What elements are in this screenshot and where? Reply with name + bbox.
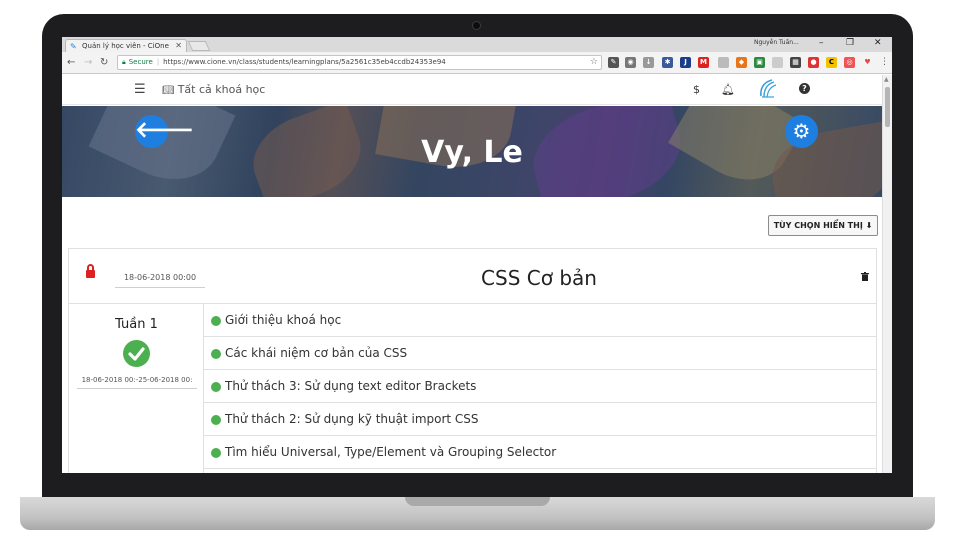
lesson-item[interactable]: Giới thiệu khoá học [204,304,876,337]
pink-extension-icon[interactable]: ◎ [844,57,855,68]
minimize-icon[interactable]: – [819,37,824,50]
all-courses-label: Tất cả khoá học [177,83,266,96]
status-dot-icon [211,316,221,326]
lock-icon[interactable] [86,264,95,278]
settings-button[interactable]: ⚙ [785,115,818,148]
lesson-item[interactable]: Các khái niệm cơ bản của CSS [204,337,876,370]
laptop-notch [405,497,550,506]
week-column: Tuần 1 18-06-2018 00:-25-06-2018 00: [69,304,204,473]
red-extension-icon[interactable]: ● [808,57,819,68]
page-scrollbar[interactable]: ▲ [882,75,892,473]
browser-user[interactable]: Nguyễn Tuấn... [754,39,799,46]
heart-extension-icon[interactable]: ♥ [862,57,873,68]
bookmark-star-icon[interactable]: ☆ [590,56,598,69]
lesson-title[interactable]: Tìm hiểu Universal, Type/Element và Grou… [225,445,556,460]
lesson-item[interactable]: Thử thách 2: Sử dụng kỹ thuật import CSS [204,403,876,436]
week-label: Tuần 1 [115,317,158,332]
lock-icon: 🔒︎ [122,58,126,66]
browser-titlebar: ✎ Quản lý học viên - CiOne ✕ Nguyễn Tuấn… [62,37,892,52]
yellow-extension-icon[interactable]: C [826,57,837,68]
lesson-item[interactable]: Tìm hiểu Universal, Type/Element và Grou… [204,436,876,469]
status-dot-icon [211,349,221,359]
check-circle-icon [123,340,150,367]
reload-icon[interactable]: ↻ [100,55,108,70]
course-title: CSS Cơ bản [481,266,597,290]
status-dot-icon [211,382,221,392]
bell-icon[interactable]: 🔔︎ [721,83,735,97]
new-tab-button[interactable] [187,41,211,51]
course-header: 18-06-2018 00:00 CSS Cơ bản [69,249,876,304]
puzzle-extension-icon[interactable]: ✱ [662,57,673,68]
gray-extension-icon[interactable] [772,57,783,68]
display-options-button[interactable]: TÙY CHỌN HIỂN THỊ ⬇ [768,215,878,236]
green-extension-icon[interactable]: ▣ [754,57,765,68]
site-header: ☰ 📖︎ Tất cả khoá học $ 🔔︎ ? [62,75,882,105]
download-extension-icon[interactable]: ↓ [643,57,654,68]
lesson-title[interactable]: Thử thách 3: Sử dụng text editor Bracket… [225,379,476,394]
lesson-list: Giới thiệu khoá học Các khái niệm cơ bản… [204,304,876,469]
dollar-icon[interactable]: $ [693,83,700,97]
address-bar[interactable]: 🔒︎ Secure | https://www.cione.vn/class/stud… [117,55,602,70]
webcam [472,21,481,30]
trash-icon[interactable] [861,272,869,281]
cione-logo-icon[interactable] [756,78,778,100]
tab-title: Quản lý học viên - CiOne [82,42,169,50]
forward-arrow-icon[interactable]: → [84,55,92,70]
window-close-icon[interactable]: ✕ [874,37,882,50]
lesson-title[interactable]: Các khái niệm cơ bản của CSS [225,346,407,361]
profile-banner: 🡐 Vy, Le ⚙ [62,106,882,197]
course-card: 18-06-2018 00:00 CSS Cơ bản Tuần 1 18-06… [68,248,877,473]
lesson-title[interactable]: Giới thiệu khoá học [225,313,341,328]
scroll-up-icon[interactable]: ▲ [884,76,889,83]
week-date-range[interactable]: 18-06-2018 00:-25-06-2018 00: [77,375,197,389]
gmail-extension-icon[interactable]: M [698,57,709,68]
book-icon: 📖︎ [162,85,175,96]
hamburger-menu-icon[interactable]: ☰ [134,83,146,96]
scroll-thumb[interactable] [885,87,890,127]
secure-label: Secure [128,58,153,66]
status-dot-icon [211,448,221,458]
square-extension-icon[interactable] [718,57,729,68]
maximize-icon[interactable]: ❐ [846,37,854,50]
back-arrow-icon[interactable]: ← [67,55,75,70]
url-text: https://www.cione.vn/class/students/lear… [163,58,446,66]
screen: ✎ Quản lý học viên - CiOne ✕ Nguyễn Tuấn… [62,37,892,473]
lesson-item[interactable]: Thử thách 3: Sử dụng text editor Bracket… [204,370,876,403]
browser-toolbar: ← → ↻ 🔒︎ Secure | https://www.cione.vn/clas… [62,52,892,74]
pen-extension-icon[interactable]: ✎ [608,57,619,68]
help-icon[interactable]: ? [799,83,810,94]
gears-icon: ⚙ [792,119,811,143]
cione-favicon-icon: ✎ [70,42,77,51]
all-courses-link[interactable]: 📖︎ Tất cả khoá học [162,83,265,98]
student-name: Vy, Le [421,135,523,170]
tab-close-icon[interactable]: ✕ [175,40,182,52]
course-start-date[interactable]: 18-06-2018 00:00 [115,271,205,288]
status-dot-icon [211,415,221,425]
orange-extension-icon[interactable]: ◆ [736,57,747,68]
j-extension-icon[interactable]: J [680,57,691,68]
camera-extension-icon[interactable]: ◉ [625,57,636,68]
chrome-menu-icon[interactable]: ⋮ [880,55,889,70]
dark-extension-icon[interactable]: ▦ [790,57,801,68]
lesson-title[interactable]: Thử thách 2: Sử dụng kỹ thuật import CSS [225,412,479,427]
browser-tab[interactable]: ✎ Quản lý học viên - CiOne ✕ [65,39,187,52]
